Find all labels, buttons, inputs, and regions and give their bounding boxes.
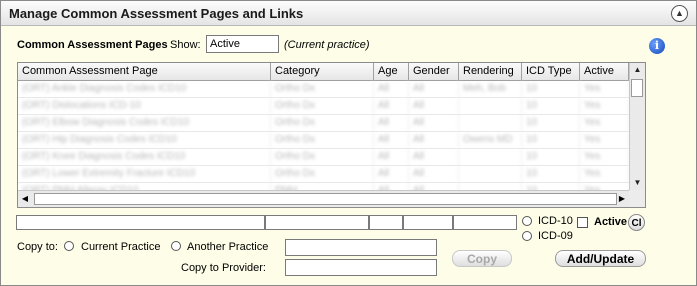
cell-icd-type: 10 — [522, 149, 580, 165]
cell-page: (ORT) Dislocations ICD-10 — [18, 98, 271, 114]
cell-category: Ortho Dx — [271, 81, 374, 97]
column-header-rendering[interactable]: Rendering — [459, 63, 522, 80]
cell-rendering — [459, 115, 522, 131]
add-update-button[interactable]: Add/Update — [555, 250, 646, 267]
horizontal-scrollbar[interactable]: ◀ ▶ — [18, 190, 629, 207]
cell-active: Yes — [580, 98, 629, 114]
age-field[interactable] — [369, 215, 403, 230]
collapse-icon[interactable]: ▲ — [671, 5, 688, 22]
another-practice-radio[interactable] — [171, 241, 181, 251]
column-header-age[interactable]: Age — [374, 63, 409, 80]
another-practice-label: Another Practice — [187, 241, 269, 253]
cell-icd-type: 10 — [522, 98, 580, 114]
cell-rendering — [459, 166, 522, 182]
column-header-gender[interactable]: Gender — [409, 63, 459, 80]
cell-active: Yes — [580, 132, 629, 148]
scroll-down-icon[interactable]: ▼ — [630, 176, 645, 190]
common-assessment-pages-label: Common Assessment Pages — [17, 39, 168, 51]
current-practice-label: Current Practice — [81, 241, 161, 253]
table-row[interactable]: (ORT) Hip Diagnosis Codes ICD10 Ortho Dx A… — [18, 132, 629, 149]
scroll-up-icon[interactable]: ▲ — [630, 63, 645, 77]
cell-gender: All — [409, 98, 459, 114]
horizontal-scroll-thumb[interactable] — [34, 193, 617, 205]
cell-page: (ORT) Ankle Diagnosis Codes ICD10 — [18, 81, 271, 97]
table-row[interactable]: (ORT) Dislocations ICD-10 Ortho Dx All All 1… — [18, 98, 629, 115]
category-field[interactable] — [265, 215, 369, 230]
cell-gender: All — [409, 149, 459, 165]
cell-category: Ortho Dx — [271, 115, 374, 131]
grid-rows: (ORT) Ankle Diagnosis Codes ICD10 Ortho D… — [18, 81, 629, 200]
vertical-scroll-thumb[interactable] — [631, 79, 643, 97]
current-practice-radio[interactable] — [64, 241, 74, 251]
cell-icd-type: 10 — [522, 166, 580, 182]
cell-rendering: Meh, Bob — [459, 81, 522, 97]
cell-gender: All — [409, 132, 459, 148]
scroll-right-icon[interactable]: ▶ — [615, 191, 629, 207]
cell-age: All — [374, 81, 409, 97]
column-header-active[interactable]: Active — [580, 63, 629, 80]
active-checkbox[interactable] — [577, 217, 588, 228]
show-label: Show: — [170, 39, 201, 51]
manage-assessment-panel: Manage Common Assessment Pages and Links… — [0, 0, 697, 286]
show-filter-input[interactable] — [206, 35, 279, 53]
cell-rendering — [459, 149, 522, 165]
vertical-scrollbar[interactable]: ▲ ▼ — [629, 63, 645, 190]
cell-rendering — [459, 98, 522, 114]
cell-gender: All — [409, 115, 459, 131]
info-icon[interactable]: i — [649, 38, 665, 54]
panel-title: Manage Common Assessment Pages and Links — [9, 6, 304, 21]
cell-category: Ortho Dx — [271, 149, 374, 165]
table-row[interactable]: (ORT) Elbow Diagnosis Codes ICD10 Ortho D… — [18, 115, 629, 132]
icd09-radio[interactable] — [522, 231, 532, 241]
panel-header: Manage Common Assessment Pages and Links… — [1, 1, 696, 26]
rendering-field[interactable] — [453, 215, 517, 230]
table-row[interactable]: (ORT) Knee Diagnosis Codes ICD10 Ortho Dx… — [18, 149, 629, 166]
cell-icd-type: 10 — [522, 132, 580, 148]
cell-age: All — [374, 149, 409, 165]
column-header-page[interactable]: Common Assessment Page — [18, 63, 271, 80]
cell-icd-type: 10 — [522, 81, 580, 97]
cell-icd-type: 10 — [522, 115, 580, 131]
table-row[interactable]: (ORT) Lower Extremity Fracture ICD10 Orth… — [18, 166, 629, 183]
current-practice-note: (Current practice) — [284, 39, 370, 51]
cell-age: All — [374, 166, 409, 182]
cell-page: (ORT) Knee Diagnosis Codes ICD10 — [18, 149, 271, 165]
cell-category: Ortho Dx — [271, 132, 374, 148]
column-header-category[interactable]: Category — [271, 63, 374, 80]
cell-page: (ORT) Hip Diagnosis Codes ICD10 — [18, 132, 271, 148]
copy-button[interactable]: Copy — [452, 250, 512, 267]
cell-active: Yes — [580, 115, 629, 131]
cell-active: Yes — [580, 81, 629, 97]
cell-category: Ortho Dx — [271, 98, 374, 114]
cell-page: (ORT) Lower Extremity Fracture ICD10 — [18, 166, 271, 182]
gender-field[interactable] — [403, 215, 453, 230]
another-practice-field[interactable] — [285, 239, 437, 256]
cell-rendering: Owens MD — [459, 132, 522, 148]
copy-to-provider-field[interactable] — [285, 259, 437, 276]
icd09-label: ICD-09 — [538, 230, 573, 242]
cell-age: All — [374, 132, 409, 148]
scroll-left-icon[interactable]: ◀ — [18, 191, 32, 207]
icd10-radio[interactable] — [522, 216, 532, 226]
active-label: Active — [594, 216, 628, 228]
column-header-icd-type[interactable]: ICD Type — [522, 63, 580, 80]
page-name-field[interactable] — [16, 215, 265, 230]
cell-age: All — [374, 115, 409, 131]
cell-active: Yes — [580, 149, 629, 165]
scrollbar-corner — [629, 190, 645, 207]
copy-to-provider-label: Copy to Provider: — [181, 262, 266, 274]
cell-active: Yes — [580, 166, 629, 182]
table-row[interactable]: (ORT) Ankle Diagnosis Codes ICD10 Ortho D… — [18, 81, 629, 98]
grid-header: Common Assessment Page Category Age Gend… — [18, 63, 629, 81]
clear-button[interactable]: Cl — [628, 214, 645, 231]
cell-page: (ORT) Elbow Diagnosis Codes ICD10 — [18, 115, 271, 131]
assessment-pages-grid: Common Assessment Page Category Age Gend… — [17, 62, 646, 208]
cell-category: Ortho Dx — [271, 166, 374, 182]
copy-to-label: Copy to: — [17, 241, 58, 253]
cell-age: All — [374, 98, 409, 114]
icd10-label: ICD-10 — [538, 215, 573, 227]
cell-gender: All — [409, 81, 459, 97]
cell-gender: All — [409, 166, 459, 182]
